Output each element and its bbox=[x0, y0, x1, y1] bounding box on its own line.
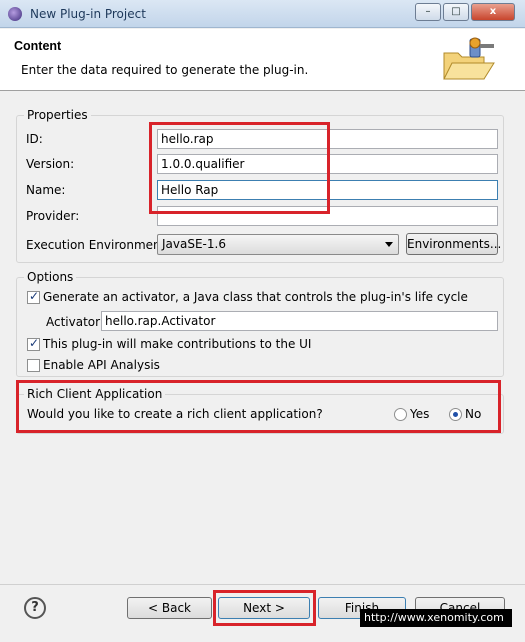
provider-label: Provider: bbox=[26, 209, 80, 223]
page-description: Enter the data required to generate the … bbox=[21, 63, 309, 77]
activator-field[interactable]: hello.rap.Activator bbox=[101, 311, 498, 331]
execution-environment-label: Execution Environment: bbox=[26, 238, 170, 252]
close-button[interactable]: x bbox=[471, 3, 515, 21]
activator-label: Activator: bbox=[46, 315, 104, 329]
generate-activator-label: Generate an activator, a Java class that… bbox=[43, 290, 468, 304]
minimize-button[interactable]: – bbox=[415, 3, 441, 21]
eclipse-app-icon bbox=[8, 7, 22, 21]
next-button[interactable]: Next > bbox=[218, 597, 310, 619]
page-title: Content bbox=[14, 39, 62, 53]
maximize-button[interactable]: □ bbox=[443, 3, 469, 21]
highlight-box-fields bbox=[149, 122, 330, 214]
generate-activator-checkbox[interactable] bbox=[27, 289, 40, 304]
folder-plugin-icon bbox=[443, 37, 495, 80]
id-label: ID: bbox=[26, 132, 43, 146]
api-analysis-checkbox[interactable] bbox=[27, 359, 40, 372]
api-analysis-label: Enable API Analysis bbox=[43, 358, 160, 372]
wizard-header: Content Enter the data required to gener… bbox=[0, 29, 525, 91]
title-bar: New Plug-in Project – □ x bbox=[0, 0, 525, 28]
name-label: Name: bbox=[26, 183, 66, 197]
ui-contributions-label: This plug-in will make contributions to … bbox=[43, 337, 312, 351]
environments-button[interactable]: Environments... bbox=[406, 233, 501, 255]
chevron-down-icon bbox=[385, 242, 393, 247]
watermark-url: http://www.xenomity.com bbox=[360, 609, 512, 627]
execution-environment-select[interactable]: JavaSE-1.6 bbox=[157, 234, 399, 255]
version-label: Version: bbox=[26, 157, 75, 171]
button-bar-separator bbox=[0, 584, 525, 585]
properties-group-title: Properties bbox=[24, 108, 91, 122]
execution-environment-value: JavaSE-1.6 bbox=[162, 237, 226, 251]
options-group-title: Options bbox=[24, 270, 77, 284]
highlight-box-rich-client bbox=[16, 380, 501, 433]
ui-contributions-checkbox[interactable] bbox=[27, 336, 40, 351]
window-title: New Plug-in Project bbox=[30, 7, 146, 21]
back-button[interactable]: < Back bbox=[127, 597, 212, 619]
help-icon[interactable]: ? bbox=[24, 597, 46, 619]
